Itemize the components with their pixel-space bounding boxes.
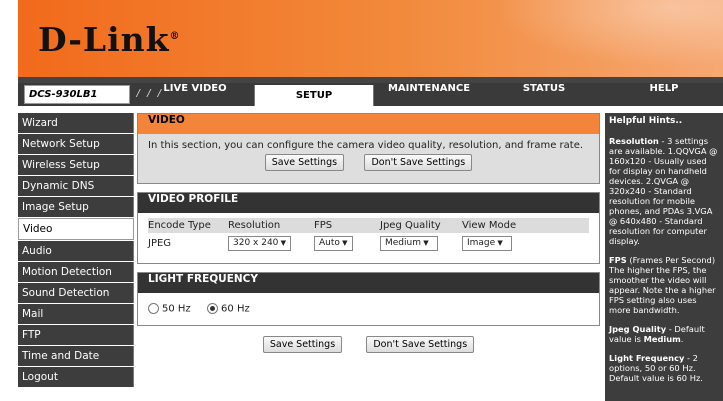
help-title: Helpful Hints.. [609,116,683,126]
sidebar-item-ftp[interactable]: FTP [18,325,134,345]
tab-setup[interactable]: SETUP [254,85,374,106]
view-mode-select[interactable]: Image [462,235,512,251]
video-section: VIDEO In this section, you can configure… [137,113,600,184]
profile-header-row: Encode Type Resolution FPS Jpeg Quality … [148,218,589,233]
video-profile-title: VIDEO PROFILE [138,193,599,213]
help-resolution: Resolution - 3 settings are available. 1… [609,136,718,246]
col-fps: FPS [314,220,333,231]
tab-maintenance[interactable]: MAINTENANCE [373,83,485,106]
sidebar-item-video[interactable]: Video [18,218,134,240]
dont-save-settings-button-top[interactable]: Don't Save Settings [364,154,473,171]
save-settings-button-bottom[interactable]: Save Settings [262,335,343,353]
sidebar-item-audio[interactable]: Audio [18,241,134,261]
tab-live-video[interactable]: LIVE VIDEO [136,83,254,106]
dont-save-settings-button-bottom[interactable]: Don't Save Settings [366,335,475,353]
sidebar-item-mail[interactable]: Mail [18,304,134,324]
dlink-logo: D-Link® [38,20,181,59]
sidebar-item-image-setup[interactable]: Image Setup [18,197,134,217]
header-banner: D-Link® [18,0,723,77]
light-frequency-section: LIGHT FREQUENCY 50 Hz 60 Hz [137,272,600,326]
video-description: In this section, you can configure the c… [148,140,584,151]
help-jpeg-quality: Jpeg Quality - Default value is Medium. [609,324,705,344]
help-panel: Helpful Hints.. Resolution - 3 settings … [605,113,723,401]
video-profile-section: VIDEO PROFILE Encode Type Resolution FPS… [137,192,600,264]
radio-60hz[interactable] [207,303,219,314]
left-margin [0,0,18,401]
sidebar-item-wireless-setup[interactable]: Wireless Setup [18,155,134,175]
help-light-frequency: Light Frequency - 2 options, 50 or 60 Hz… [609,353,703,383]
col-resolution: Resolution [228,220,281,231]
col-jpeg-quality: Jpeg Quality [380,220,441,231]
label-60hz: 60 Hz [221,303,250,315]
sidebar-item-sound-detection[interactable]: Sound Detection [18,283,134,303]
tab-help[interactable]: HELP [605,83,723,106]
top-nav: DCS-930LB1 LIVE VIDEO SETUP MAINTENANCE … [18,83,723,106]
sidebar-item-wizard[interactable]: Wizard [18,113,134,133]
main-content: VIDEO In this section, you can configure… [137,113,600,353]
sidebar: Wizard Network Setup Wireless Setup Dyna… [18,113,134,388]
label-50hz: 50 Hz [162,303,191,315]
help-fps: FPS (Frames Per Second) The higher the F… [609,255,716,315]
sidebar-item-dynamic-dns[interactable]: Dynamic DNS [18,176,134,196]
fps-select[interactable]: Auto [314,235,353,251]
model-label: DCS-930LB1 [24,85,163,104]
video-title: VIDEO [148,114,185,126]
profile-row: JPEG 320 x 240 Auto Medium Image [148,233,589,255]
light-frequency-title: LIGHT FREQUENCY [138,273,599,293]
jpeg-quality-select[interactable]: Medium [380,235,438,251]
radio-50hz[interactable] [148,303,159,314]
tab-status[interactable]: STATUS [485,83,603,106]
sidebar-item-motion-detection[interactable]: Motion Detection [18,262,134,282]
save-settings-button-top[interactable]: Save Settings [264,154,345,171]
sidebar-item-time-and-date[interactable]: Time and Date [18,346,134,366]
col-encode-type: Encode Type [148,220,211,231]
encode-type-value: JPEG [148,238,172,249]
col-view-mode: View Mode [462,220,517,231]
sidebar-item-network-setup[interactable]: Network Setup [18,134,134,154]
sidebar-item-logout[interactable]: Logout [18,367,134,387]
resolution-select[interactable]: 320 x 240 [228,235,292,251]
